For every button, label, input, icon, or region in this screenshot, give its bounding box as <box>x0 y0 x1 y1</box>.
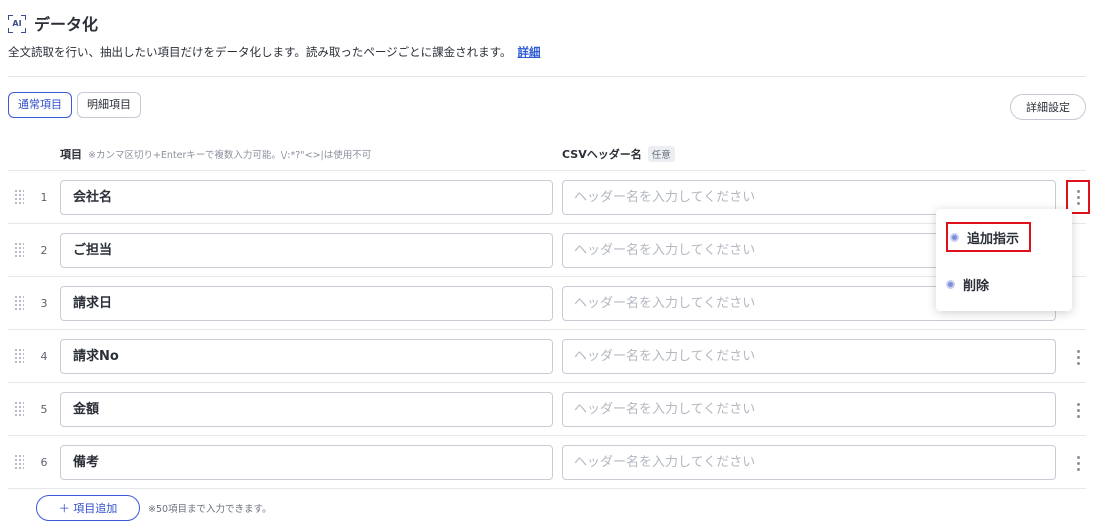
drag-handle-icon[interactable] <box>14 242 24 258</box>
ai-icon-label: AI <box>12 18 22 28</box>
page-title: データ化 <box>34 15 99 34</box>
bullet-icon <box>950 232 959 242</box>
description: 全文読取を行い、抽出したい項目だけをデータ化します。読み取ったページごとに課金さ… <box>8 43 1094 61</box>
column-csv-label: CSVヘッダー名 <box>562 148 642 161</box>
drag-handle-icon[interactable] <box>14 295 24 311</box>
add-item-row: ＋ 項目追加 ※50項目まで入力できます。 <box>36 495 272 521</box>
item-name-input[interactable]: 会社名 <box>60 180 553 215</box>
column-header-item: 項目 ※カンマ区切り+Enterキーで複数入力可能。\/:*?"<>|は使用不可 <box>60 146 371 162</box>
csv-header-input[interactable]: ヘッダー名を入力してください <box>562 339 1056 374</box>
row-number: 1 <box>40 191 48 204</box>
csv-header-input[interactable]: ヘッダー名を入力してください <box>562 392 1056 427</box>
menu-item-label: 追加指示 <box>967 231 1020 247</box>
ai-icon: AI <box>8 14 26 33</box>
row-number: 4 <box>40 350 48 363</box>
column-header-csv: CSVヘッダー名 任意 <box>562 146 675 162</box>
detail-settings-button[interactable]: 詳細設定 <box>1010 94 1086 120</box>
bullet-icon <box>946 279 955 289</box>
add-item-button[interactable]: ＋ 項目追加 <box>36 495 140 521</box>
more-options-icon[interactable] <box>1066 449 1090 477</box>
optional-badge: 任意 <box>647 146 675 162</box>
tab-bar: 通常項目 明細項目 <box>8 92 141 118</box>
table-row: 1 会社名 ヘッダー名を入力してください <box>8 171 1090 224</box>
table-row: 3 請求日 ヘッダー名を入力してください <box>8 277 1086 330</box>
menu-item-label: 削除 <box>963 278 990 294</box>
table-row: 4 請求No ヘッダー名を入力してください <box>8 330 1086 383</box>
tab-normal-items[interactable]: 通常項目 <box>8 92 72 118</box>
drag-handle-icon[interactable] <box>14 189 24 205</box>
item-name-input[interactable]: 請求No <box>60 339 553 374</box>
drag-handle-icon[interactable] <box>14 348 24 364</box>
row-number: 5 <box>40 403 48 416</box>
row-number: 6 <box>40 456 48 469</box>
table-row: 2 ご担当 ヘッダー名を入力してください <box>8 224 1086 277</box>
column-item-note: ※カンマ区切り+Enterキーで複数入力可能。\/:*?"<>|は使用不可 <box>88 150 372 161</box>
detail-link[interactable]: 詳細 <box>517 45 540 59</box>
menu-item-delete[interactable]: 削除 <box>946 269 989 299</box>
more-options-icon[interactable] <box>1066 396 1090 424</box>
column-item-label: 項目 <box>60 148 82 161</box>
more-options-icon[interactable] <box>1066 343 1090 371</box>
row-number: 3 <box>40 297 48 310</box>
context-menu: 追加指示 削除 <box>936 209 1072 311</box>
item-name-input[interactable]: 金額 <box>60 392 553 427</box>
row-number: 2 <box>40 244 48 257</box>
tab-detail-items[interactable]: 明細項目 <box>77 92 141 118</box>
description-text: 全文読取を行い、抽出したい項目だけをデータ化します。読み取ったページごとに課金さ… <box>8 45 512 59</box>
csv-header-input[interactable]: ヘッダー名を入力してください <box>562 445 1056 480</box>
table-row: 5 金額 ヘッダー名を入力してください <box>8 383 1086 436</box>
divider <box>8 76 1086 77</box>
item-name-input[interactable]: 請求日 <box>60 286 553 321</box>
limit-note: ※50項目まで入力できます。 <box>148 504 272 515</box>
item-name-input[interactable]: ご担当 <box>60 233 553 268</box>
table-row: 6 備考 ヘッダー名を入力してください <box>8 436 1086 489</box>
drag-handle-icon[interactable] <box>14 401 24 417</box>
section-header: AI データ化 全文読取を行い、抽出したい項目だけをデータ化します。読み取ったペ… <box>8 10 1094 61</box>
drag-handle-icon[interactable] <box>14 454 24 470</box>
menu-item-add-instruction[interactable]: 追加指示 <box>946 222 1032 252</box>
item-name-input[interactable]: 備考 <box>60 445 553 480</box>
title-row: AI データ化 <box>8 10 1094 36</box>
